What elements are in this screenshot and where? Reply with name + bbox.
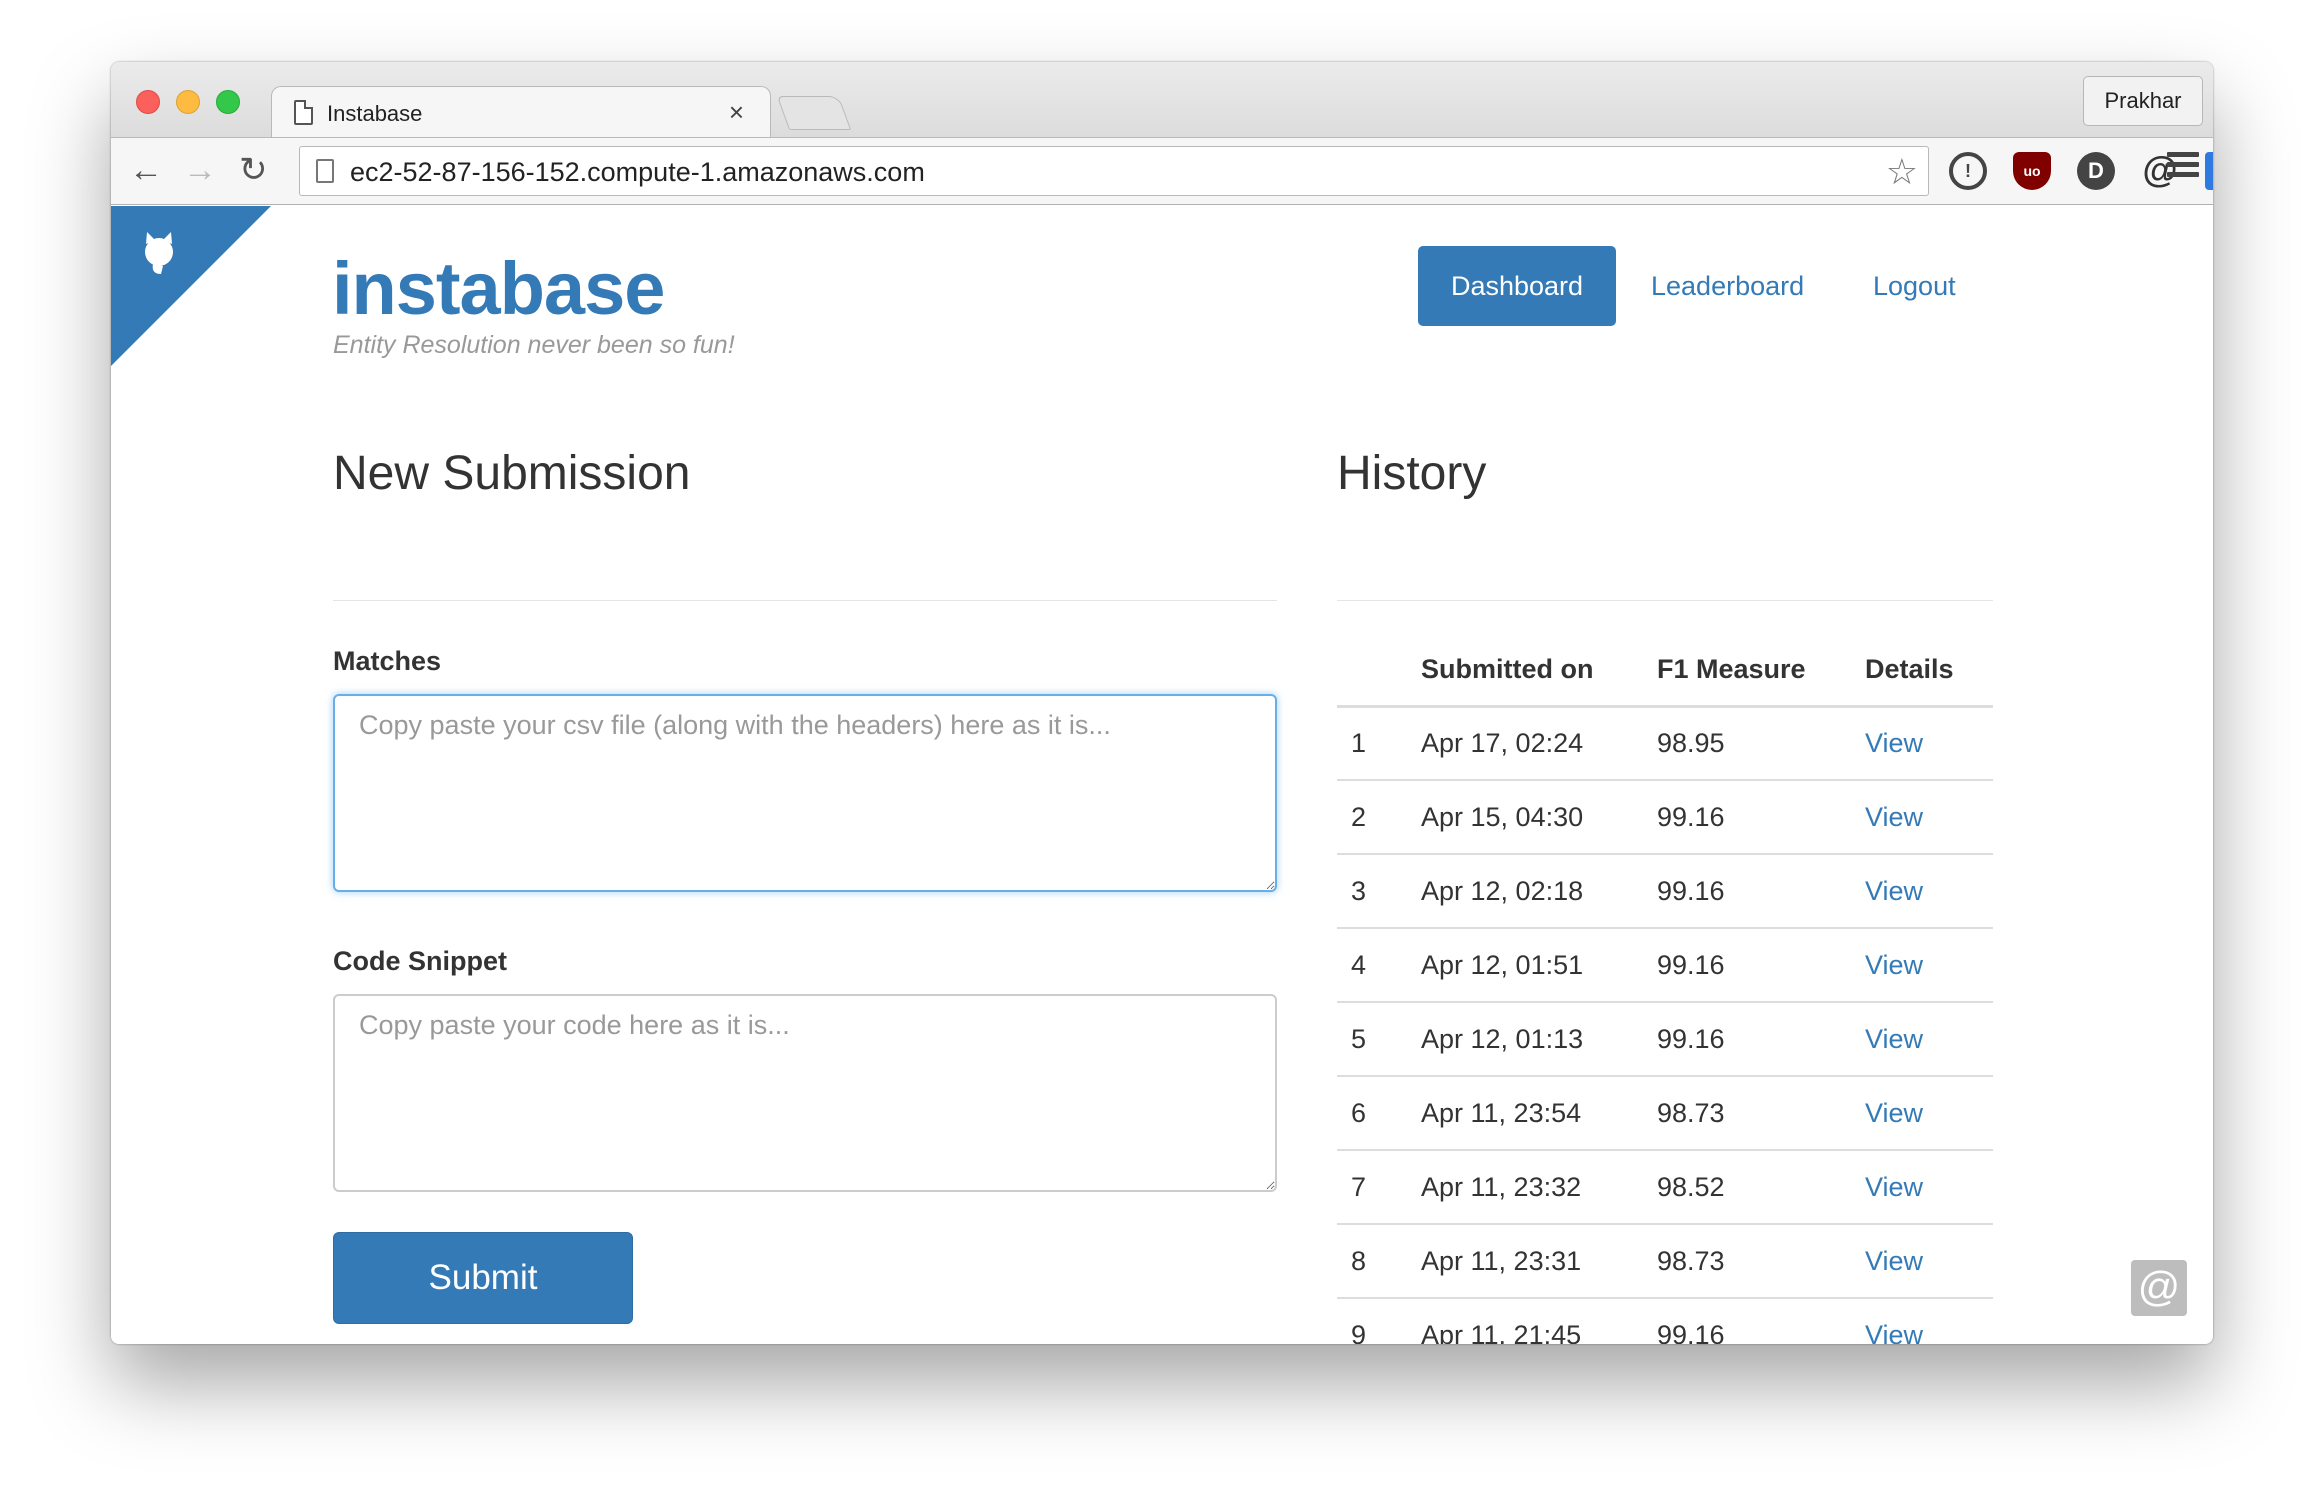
new-submission-heading: New Submission (333, 447, 691, 500)
tagline: Entity Resolution never been so fun! (333, 331, 735, 359)
history-heading: History (1337, 447, 1487, 500)
table-row: 9 Apr 11, 21:45 99.16 View (1337, 1298, 1993, 1344)
row-index: 1 (1337, 706, 1421, 781)
matches-label: Matches (333, 646, 442, 676)
f1-measure-cell: 98.95 (1657, 706, 1865, 781)
bookmark-star-icon[interactable]: ☆ (1886, 151, 1918, 193)
url-text[interactable]: ec2-52-87-156-152.compute-1.amazonaws.co… (350, 157, 925, 188)
minimize-window-button[interactable] (176, 90, 200, 114)
view-details-link[interactable]: View (1865, 802, 1923, 832)
row-index: 2 (1337, 780, 1421, 855)
row-index: 9 (1337, 1298, 1421, 1344)
page-content: instabase Entity Resolution never been s… (111, 206, 2213, 1344)
view-details-link[interactable]: View (1865, 1098, 1923, 1128)
ublock-extension-icon[interactable]: uo (2013, 152, 2051, 190)
table-row: 6 Apr 11, 23:54 98.73 View (1337, 1076, 1993, 1151)
d-extension-icon[interactable]: D (2077, 152, 2115, 190)
info-extension-icon[interactable]: ! (1949, 152, 1987, 190)
table-row: 5 Apr 12, 01:13 99.16 View (1337, 1002, 1993, 1077)
column-header-f1-measure: F1 Measure (1657, 634, 1865, 708)
submitted-on-cell: Apr 17, 02:24 (1421, 706, 1657, 781)
table-row: 8 Apr 11, 23:31 98.73 View (1337, 1224, 1993, 1299)
f1-measure-cell: 99.16 (1657, 854, 1865, 929)
divider (1337, 600, 1993, 601)
address-bar[interactable]: ec2-52-87-156-152.compute-1.amazonaws.co… (299, 146, 1929, 196)
close-window-button[interactable] (136, 90, 160, 114)
nav-leaderboard-link[interactable]: Leaderboard (1651, 246, 1804, 326)
view-details-link[interactable]: View (1865, 950, 1923, 980)
view-details-link[interactable]: View (1865, 1172, 1923, 1202)
submitted-on-cell: Apr 15, 04:30 (1421, 780, 1657, 855)
view-details-link[interactable]: View (1865, 728, 1923, 758)
pin-extension-icon[interactable]: ✈ (2205, 152, 2213, 190)
table-row: 1 Apr 17, 02:24 98.95 View (1337, 706, 1993, 781)
menu-icon[interactable] (2167, 152, 2199, 182)
maximize-window-button[interactable] (216, 90, 240, 114)
matches-textarea[interactable] (333, 694, 1277, 892)
tab-bar: Instabase × Prakhar (111, 62, 2213, 138)
github-cat-icon (145, 232, 173, 274)
f1-measure-cell: 99.16 (1657, 1298, 1865, 1344)
f1-measure-cell: 99.16 (1657, 928, 1865, 1003)
column-header-index (1337, 634, 1421, 708)
row-index: 4 (1337, 928, 1421, 1003)
view-details-link[interactable]: View (1865, 1246, 1923, 1276)
submitted-on-cell: Apr 11, 23:31 (1421, 1224, 1657, 1299)
browser-tab[interactable]: Instabase × (271, 86, 771, 138)
nav-logout-link[interactable]: Logout (1873, 246, 1956, 326)
submitted-on-cell: Apr 12, 02:18 (1421, 854, 1657, 929)
tab-title: Instabase (327, 101, 423, 126)
submitted-on-cell: Apr 12, 01:13 (1421, 1002, 1657, 1077)
browser-window: Instabase × Prakhar ← → ↻ ec2-52-87-156-… (111, 62, 2213, 1344)
row-index: 6 (1337, 1076, 1421, 1151)
profile-button[interactable]: Prakhar (2083, 76, 2203, 126)
row-index: 5 (1337, 1002, 1421, 1077)
column-header-details: Details (1865, 634, 1993, 708)
submitted-on-cell: Apr 11, 23:32 (1421, 1150, 1657, 1225)
history-table: Submitted on F1 Measure Details 1 Apr 17… (1337, 634, 1993, 1344)
brand-logo[interactable]: instabase (332, 246, 665, 331)
table-row: 3 Apr 12, 02:18 99.16 View (1337, 854, 1993, 929)
forward-icon[interactable]: → (183, 150, 217, 190)
table-row: 7 Apr 11, 23:32 98.52 View (1337, 1150, 1993, 1225)
browser-toolbar: ← → ↻ ec2-52-87-156-152.compute-1.amazon… (111, 137, 2213, 205)
reload-icon[interactable]: ↻ (239, 150, 268, 190)
table-row: 2 Apr 15, 04:30 99.16 View (1337, 780, 1993, 855)
row-index: 8 (1337, 1224, 1421, 1299)
submit-button[interactable]: Submit (333, 1232, 633, 1324)
submitted-on-cell: Apr 11, 21:45 (1421, 1298, 1657, 1344)
back-icon[interactable]: ← (129, 150, 163, 190)
f1-measure-cell: 99.16 (1657, 780, 1865, 855)
f1-measure-cell: 99.16 (1657, 1002, 1865, 1077)
view-details-link[interactable]: View (1865, 1320, 1923, 1345)
f1-measure-cell: 98.73 (1657, 1076, 1865, 1151)
code-snippet-label: Code Snippet (333, 946, 507, 976)
row-index: 7 (1337, 1150, 1421, 1225)
view-details-link[interactable]: View (1865, 1024, 1923, 1054)
github-corner-link[interactable] (111, 206, 271, 366)
submitted-on-cell: Apr 11, 23:54 (1421, 1076, 1657, 1151)
table-header-row: Submitted on F1 Measure Details (1337, 634, 1993, 708)
code-snippet-textarea[interactable] (333, 994, 1277, 1192)
page-icon (316, 159, 334, 183)
column-header-submitted-on: Submitted on (1421, 634, 1657, 708)
page-icon (294, 100, 313, 125)
new-tab-button[interactable] (776, 96, 852, 130)
close-tab-icon[interactable]: × (729, 97, 744, 128)
table-row: 4 Apr 12, 01:51 99.16 View (1337, 928, 1993, 1003)
divider (333, 600, 1277, 601)
row-index: 3 (1337, 854, 1421, 929)
at-icon[interactable]: @ (2131, 1260, 2187, 1316)
submitted-on-cell: Apr 12, 01:51 (1421, 928, 1657, 1003)
nav-dashboard-button[interactable]: Dashboard (1418, 246, 1616, 326)
f1-measure-cell: 98.52 (1657, 1150, 1865, 1225)
view-details-link[interactable]: View (1865, 876, 1923, 906)
f1-measure-cell: 98.73 (1657, 1224, 1865, 1299)
